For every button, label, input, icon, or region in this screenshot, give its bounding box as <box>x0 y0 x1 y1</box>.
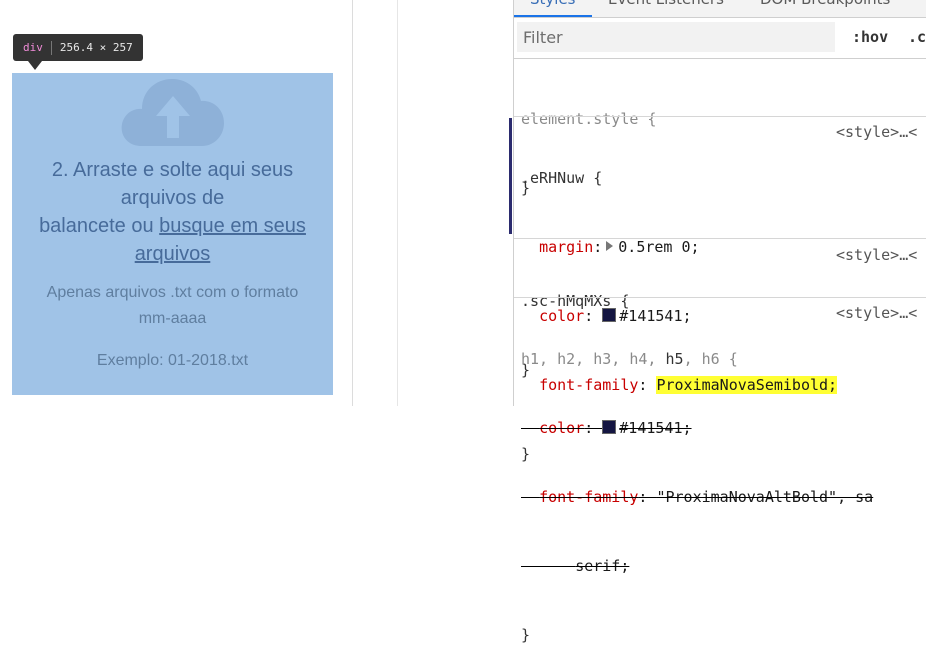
browse-files-link[interactable]: busque em seus <box>159 215 306 237</box>
tab-event-listeners[interactable]: Event Listeners <box>608 0 724 8</box>
gutter-divider <box>397 0 398 406</box>
selector-inactive: h1, h2, h3, h4, <box>521 350 657 368</box>
class-toggle[interactable]: .c <box>908 28 926 46</box>
dropzone-title-line2: arquivos de <box>120 187 225 209</box>
matched-rule-marker <box>509 118 512 234</box>
declaration-continuation: serif; <box>521 555 873 578</box>
tooltip-tag: div <box>23 41 43 54</box>
rule-source-link[interactable]: <style>…< <box>836 121 917 144</box>
selector-active: h5 <box>665 350 684 368</box>
declaration-color-overridden[interactable]: color: #141541; <box>521 417 873 440</box>
hover-state-toggle[interactable]: :hov <box>852 28 888 46</box>
browse-files-link-cont[interactable]: arquivos <box>12 240 333 268</box>
property-name[interactable]: color <box>539 419 584 437</box>
devtools-left-border <box>513 0 514 406</box>
property-value[interactable]: #141541; <box>619 419 691 437</box>
tooltip-dimensions: 256.4 × 257 <box>59 41 133 54</box>
color-swatch-icon[interactable] <box>602 420 617 434</box>
rule-headings[interactable]: h1, h2, h3, h4, h5, h6 { color: #141541;… <box>521 302 873 670</box>
tooltip-arrow-icon <box>28 61 42 70</box>
selector-tail: , h6 { <box>683 350 738 368</box>
rule-closing-brace: } <box>521 626 531 644</box>
element-inspector-tooltip: div 256.4 × 257 <box>13 34 143 61</box>
cloud-upload-icon <box>121 78 224 146</box>
tooltip-separator <box>50 40 52 55</box>
property-value: serif; <box>575 557 630 575</box>
tab-dom-breakpoints[interactable]: DOM Breakpoints <box>760 0 890 8</box>
rule-divider <box>514 238 926 239</box>
dropzone-example: Exemplo: 01-2018.txt <box>96 352 249 369</box>
dropzone-title-line1: 2. Arraste e solte aqui seus <box>51 159 294 181</box>
styles-filter-input[interactable] <box>517 22 835 52</box>
dropzone-format-hint: Apenas arquivos .txt com o formato mm-aa… <box>12 280 333 332</box>
format-hint-line1: Apenas arquivos .txt com o formato <box>46 284 299 301</box>
tab-styles[interactable]: Styles <box>530 0 576 8</box>
active-tab-indicator <box>514 15 592 17</box>
rule-source-link[interactable]: <style>…< <box>836 244 917 267</box>
rule-divider <box>514 297 926 298</box>
format-hint-line2: mm-aaaa <box>138 310 207 327</box>
property-name[interactable]: font-family <box>539 488 638 506</box>
dropzone-title-prefix: balancete ou <box>39 215 160 237</box>
property-value[interactable]: "ProximaNovaAltBold", sa <box>656 488 873 506</box>
property-value[interactable]: 0.5rem 0; <box>618 238 699 256</box>
dropzone-title: 2. Arraste e solte aqui seus arquivos de… <box>12 156 333 268</box>
declaration-font-family-overridden[interactable]: font-family: "ProximaNovaAltBold", sa <box>521 486 873 509</box>
empty-gutter <box>353 0 397 406</box>
rule-divider <box>514 116 926 117</box>
dropzone-title-line3: balancete ou busque em seus <box>12 212 333 240</box>
rule-source-link[interactable]: <style>…< <box>836 302 917 325</box>
rule-selector: .eRHNuw { <box>521 169 603 187</box>
rule-selector: h1, h2, h3, h4, h5, h6 { <box>521 348 873 371</box>
